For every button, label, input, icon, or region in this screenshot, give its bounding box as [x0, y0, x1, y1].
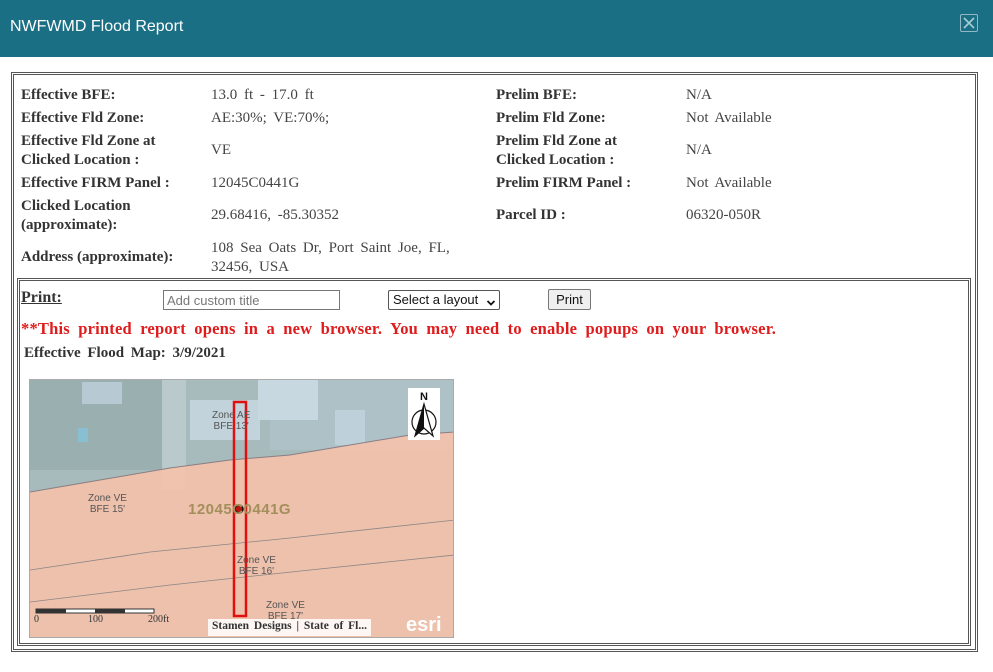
prelim-fld-zone-value: Not Available [686, 110, 772, 126]
effective-bfe-label: Effective BFE: [21, 87, 116, 103]
effective-zone-clicked-label-1: Effective Fld Zone at [21, 133, 156, 149]
custom-title-input[interactable] [163, 290, 340, 310]
effective-zone-clicked-label-2: Clicked Location : [21, 152, 140, 168]
prelim-zone-clicked-value: N/A [686, 142, 712, 158]
address-value-line-1: 108 Sea Oats Dr, Port Saint Joe, FL, [211, 240, 450, 256]
address-value-line-2: 32456, USA [211, 259, 290, 275]
clicked-location-label-2: (approximate): [21, 217, 118, 233]
zone-label-ve-15: Zone VE BFE 15' [88, 493, 127, 515]
firm-panel-label: 12045C0441G [188, 501, 292, 518]
prelim-fld-zone-label: Prelim Fld Zone: [496, 110, 606, 126]
prelim-zone-clicked-label-1: Prelim Fld Zone at [496, 133, 617, 149]
zone-label-ve-16: Zone VE BFE 16' [237, 555, 276, 577]
prelim-bfe-label: Prelim BFE: [496, 87, 577, 103]
clicked-location-value: 29.68416, -85.30352 [211, 207, 339, 223]
prelim-zone-clicked-label-2: Clicked Location : [496, 152, 615, 168]
flood-map[interactable]: Zone AE BFE 13' Zone VE BFE 15' Zone VE BFE… [29, 379, 454, 638]
close-icon[interactable] [960, 14, 978, 32]
prelim-bfe-value: N/A [686, 87, 712, 103]
prelim-firm-panel-label: Prelim FIRM Panel : [496, 175, 632, 191]
effective-firm-panel-label: Effective FIRM Panel : [21, 175, 170, 191]
effective-bfe-value: 13.0 ft - 17.0 ft [211, 87, 314, 103]
layout-select-value: Select a layout [393, 292, 479, 307]
north-label: N [420, 391, 428, 403]
parcel-id-value: 06320-050R [686, 207, 761, 223]
print-label: Print: [21, 289, 62, 306]
effective-fld-zone-value: AE:30%; VE:70%; [211, 110, 330, 126]
esri-logo: esri [406, 614, 442, 636]
prelim-firm-panel-value: Not Available [686, 175, 772, 191]
map-title: Effective Flood Map: 3/9/2021 [24, 345, 226, 361]
zone-label-ae-13: Zone AE BFE 13' [212, 410, 251, 432]
effective-zone-clicked-value: VE [211, 142, 231, 158]
scale-label-100: 100 [88, 614, 103, 625]
clicked-location-label-1: Clicked Location [21, 198, 131, 214]
effective-firm-panel-value: 12045C0441G [211, 175, 300, 191]
scale-label-200: 200ft [148, 614, 170, 625]
print-button[interactable]: Print [548, 289, 591, 310]
dialog-title: NWFWMD Flood Report [10, 18, 184, 35]
effective-fld-zone-label: Effective Fld Zone: [21, 110, 145, 126]
dialog-titlebar: NWFWMD Flood Report [0, 0, 993, 57]
north-arrow-icon: N [408, 388, 440, 440]
chevron-down-icon [486, 295, 496, 313]
parcel-id-label: Parcel ID : [496, 207, 566, 223]
popup-warning: **This printed report opens in a new bro… [21, 319, 777, 338]
map-attribution[interactable]: Stamen Designs | State of Fl... [208, 619, 371, 636]
address-label: Address (approximate): [21, 249, 174, 265]
scale-label-0: 0 [34, 614, 39, 625]
layout-select[interactable]: Select a layout [388, 290, 500, 310]
